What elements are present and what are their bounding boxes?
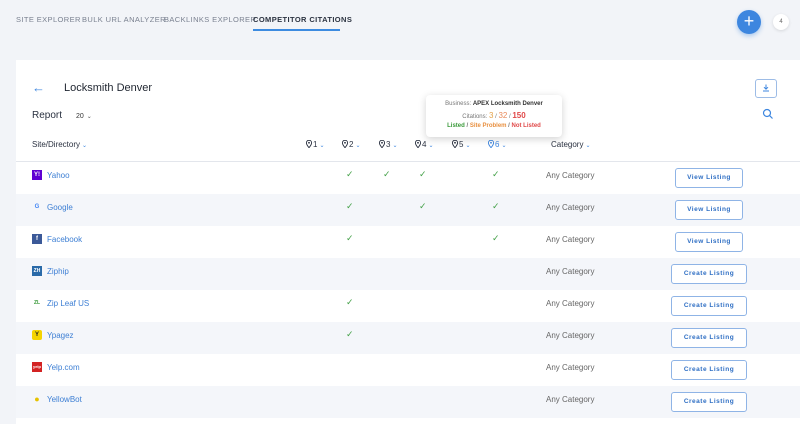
problem-count: 32 [498, 111, 508, 120]
check-icon: ✓ [492, 169, 500, 179]
legend-site-problem: Site Problem [469, 123, 507, 129]
yellowbot-logo: ● [34, 394, 40, 404]
legend-not-listed: Not Listed [511, 123, 541, 129]
chevron-down-icon: ⌄ [86, 114, 92, 120]
tab-bulk-url-analyzer[interactable]: BULK URL ANALYZER [82, 15, 166, 24]
legend-listed: Listed [447, 123, 465, 129]
listed-count: 3 [488, 111, 494, 120]
column-header-competitor-4[interactable]: 4 ⌄ [415, 140, 433, 149]
table-row: Y! Yahoo ✓ ✓ ✓ ✓ Any Category View Listi… [16, 162, 800, 194]
yahoo-logo: Y! [32, 170, 42, 180]
column-header-competitor-2[interactable]: 2 ⌄ [342, 140, 360, 149]
column-header-competitor-1[interactable]: 1 ⌄ [306, 140, 324, 149]
check-icon: ✓ [419, 169, 427, 179]
column-header-site[interactable]: Site/Directory ⌄ [32, 140, 87, 149]
notification-badge[interactable]: 4 [773, 14, 789, 30]
create-listing-button[interactable]: Create Listing [671, 360, 747, 380]
column-header-competitor-6[interactable]: 6 ⌄ [488, 140, 506, 149]
table-row: ● YellowBot Any Category Create Listing [16, 386, 800, 418]
chevron-down-icon: ⌄ [465, 143, 471, 149]
top-navigation: SITE EXPLORER BULK URL ANALYZER BACKLINK… [0, 0, 800, 44]
check-icon: ✓ [346, 297, 354, 307]
map-pin-icon [452, 140, 458, 148]
check-icon: ✓ [419, 201, 427, 211]
category-value: Any Category [546, 171, 595, 180]
tooltip-business-name: APEX Locksmith Denver [472, 101, 543, 107]
create-listing-button[interactable]: Create Listing [671, 392, 747, 412]
chevron-down-icon: ⌄ [501, 143, 507, 149]
chevron-down-icon: ⌄ [82, 143, 88, 149]
chevron-down-icon: ⌄ [392, 143, 398, 149]
chevron-down-icon: ⌄ [355, 143, 361, 149]
zipleaf-logo: ZL [33, 300, 41, 306]
citation-tooltip: Business: APEX Locksmith Denver Citation… [426, 95, 562, 137]
table-row: G Google ✓ ✓ ✓ Any Category View Listing [16, 194, 800, 226]
map-pin-icon [306, 140, 312, 148]
site-name-link[interactable]: Yahoo [47, 171, 70, 180]
report-label: Report [32, 110, 63, 121]
chevron-down-icon: ⌄ [428, 143, 434, 149]
site-name-link[interactable]: Google [47, 203, 73, 212]
map-pin-icon [488, 140, 494, 148]
check-icon: ✓ [346, 169, 354, 179]
page-size-select[interactable]: 20 ⌄ [76, 113, 92, 120]
yelp-logo: yelp [32, 362, 42, 372]
check-icon: ✓ [492, 201, 500, 211]
category-value: Any Category [546, 267, 595, 276]
map-pin-icon [342, 140, 348, 148]
active-tab-indicator [253, 29, 340, 31]
category-value: Any Category [546, 395, 595, 404]
page-size-value: 20 [76, 113, 84, 120]
export-button[interactable] [755, 79, 777, 98]
back-arrow-icon[interactable]: ← [32, 80, 45, 95]
site-name-link[interactable]: Zip Leaf US [47, 299, 89, 308]
ziphip-logo: ZH [32, 266, 42, 276]
view-listing-button[interactable]: View Listing [675, 168, 743, 188]
category-value: Any Category [546, 363, 595, 372]
map-pin-icon [379, 140, 385, 148]
column-header-competitor-3[interactable]: 3 ⌄ [379, 140, 397, 149]
check-icon: ✓ [346, 233, 354, 243]
table-row: Y Ypagez ✓ Any Category Create Listing [16, 322, 800, 354]
create-listing-button[interactable]: Create Listing [671, 328, 747, 348]
category-value: Any Category [546, 203, 595, 212]
check-icon: ✓ [383, 169, 391, 179]
column-header-category[interactable]: Category ⌄ [551, 140, 591, 149]
tab-backlinks-explorer[interactable]: BACKLINKS EXPLORER [164, 15, 256, 24]
site-name-link[interactable]: Ypagez [47, 331, 74, 340]
ypagez-logo: Y [32, 330, 42, 340]
site-name-link[interactable]: Yelp.com [47, 363, 80, 372]
create-listing-button[interactable]: Create Listing [671, 296, 747, 316]
page-title: Locksmith Denver [64, 82, 153, 94]
table-row: f Facebook ✓ ✓ Any Category View Listing [16, 226, 800, 258]
view-listing-button[interactable]: View Listing [675, 232, 743, 252]
tab-site-explorer[interactable]: SITE EXPLORER [16, 15, 81, 24]
map-pin-icon [415, 140, 421, 148]
site-name-link[interactable]: Ziphip [47, 267, 69, 276]
view-listing-button[interactable]: View Listing [675, 200, 743, 220]
citations-card: ← Locksmith Denver Report 20 ⌄ Site/Direc… [16, 60, 800, 424]
add-button[interactable]: + [737, 10, 761, 34]
google-logo: G [34, 204, 40, 210]
search-icon[interactable] [762, 108, 774, 120]
create-listing-button[interactable]: Create Listing [671, 264, 747, 284]
check-icon: ✓ [346, 329, 354, 339]
total-count: 150 [512, 111, 526, 120]
tab-competitor-citations[interactable]: COMPETITOR CITATIONS [253, 15, 352, 24]
category-value: Any Category [546, 331, 595, 340]
category-value: Any Category [546, 299, 595, 308]
table-row: ZH Ziphip Any Category Create Listing [16, 258, 800, 290]
download-icon [763, 84, 769, 92]
table-row: yelp Yelp.com Any Category Create Listin… [16, 354, 800, 386]
check-icon: ✓ [346, 201, 354, 211]
category-value: Any Category [546, 235, 595, 244]
site-name-link[interactable]: YellowBot [47, 395, 82, 404]
column-header-competitor-5[interactable]: 5 ⌄ [452, 140, 470, 149]
chevron-down-icon: ⌄ [319, 143, 325, 149]
table-row: ZL Zip Leaf US ✓ Any Category Create Lis… [16, 290, 800, 322]
site-name-link[interactable]: Facebook [47, 235, 82, 244]
chevron-down-icon: ⌄ [585, 143, 591, 149]
check-icon: ✓ [492, 233, 500, 243]
facebook-logo: f [32, 234, 42, 244]
